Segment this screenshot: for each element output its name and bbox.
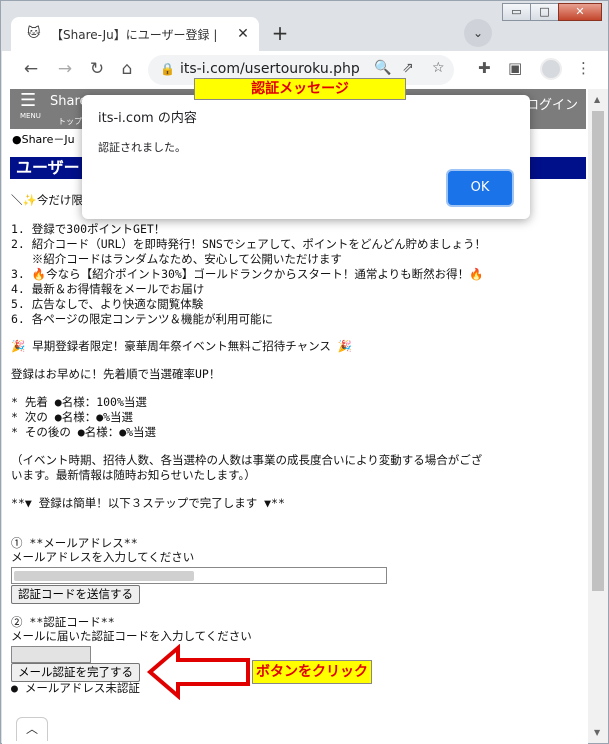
auth-code-field[interactable] <box>11 646 91 663</box>
complete-verification-button[interactable]: メール認証を完了する <box>11 663 140 682</box>
step2-desc: メールに届いた認証コードを入力してください <box>11 629 252 643</box>
side-panel-icon[interactable]: ▣ <box>508 59 522 77</box>
benefit-item: 4. 最新＆お得情報をメールでお届け <box>11 282 205 296</box>
step1-title: ① **メールアドレス** <box>11 536 138 550</box>
chevron-up-icon[interactable]: ︿ <box>16 717 48 741</box>
benefit-item: 2. 紹介コード（URL）を即時発行！SNSでシェアして、ポイントをどんどん貯め… <box>11 237 487 251</box>
ok-button[interactable]: OK <box>448 171 512 205</box>
maximize-button[interactable]: □ <box>530 3 559 21</box>
tier-item: * その後の ●名様：●%当選 <box>11 425 157 439</box>
home-icon[interactable]: ⌂ <box>114 56 140 82</box>
note-text: （イベント時期、招待人数、各当選枠の人数は事業の成長度合いにより変動する場合がご… <box>11 453 483 467</box>
email-field[interactable] <box>11 567 387 584</box>
browser-tab[interactable]: 🐱 【Share-Ju】にユーザー登録 | ✕ <box>11 17 259 51</box>
benefit-item: 3. 🔥今なら【紹介ポイント30%】ゴールドランクからスタート！通常よりも断然お… <box>11 267 484 281</box>
scroll-up-icon[interactable]: ▲ <box>594 95 600 104</box>
vertical-scrollbar[interactable]: ▲ ▼ <box>588 89 608 743</box>
promo-headline: ＼✨今だけ限 <box>11 193 83 207</box>
arrow-shape <box>146 644 250 700</box>
breadcrumb[interactable]: ●Share－Ju <box>12 131 75 147</box>
step2-title: ② **認証コード** <box>11 615 115 629</box>
benefit-item: 6. 各ページの限定コンテンツ＆機能が利用可能に <box>11 312 274 326</box>
tab-search-button[interactable]: ⌄ <box>464 19 492 47</box>
alert-dialog: its-i.com の内容 認証されました。 OK <box>82 95 530 219</box>
annotation-arrow <box>146 644 250 700</box>
tab-title: 【Share-Ju】にユーザー登録 | <box>51 27 218 42</box>
forward-icon[interactable]: → <box>52 56 78 82</box>
reload-icon[interactable]: ↻ <box>84 56 110 82</box>
campaign-text: 🎉 早期登録者限定！豪華周年祭イベント無料ご招待チャンス 🎉 <box>11 339 353 353</box>
benefit-item: 5. 広告なしで、より快適な閲覧体験 <box>11 297 204 311</box>
minimize-button[interactable]: ▭ <box>502 3 531 21</box>
new-tab-button[interactable]: + <box>268 22 292 46</box>
tier-item: * 次の ●名様：●%当選 <box>11 410 134 424</box>
scroll-thumb[interactable] <box>592 111 604 591</box>
email-status-text: ● メールアドレス未認証 <box>11 681 140 695</box>
login-link[interactable]: ログイン <box>526 94 578 113</box>
back-icon[interactable]: ← <box>18 56 44 82</box>
email-value-blurred <box>14 571 194 581</box>
benefit-item: 1. 登録で300ポイントGET！ <box>11 222 166 236</box>
tier-item: * 先着 ●名様：100%当選 <box>11 395 147 409</box>
kebab-menu-icon[interactable]: ⋮ <box>576 59 591 77</box>
benefit-item: ※紹介コードはランダムなため、安心して公開いただけます <box>11 252 342 266</box>
window-controls: ▭ □ ✕ <box>502 3 602 21</box>
annotation-click-button: ボタンをクリック <box>252 660 372 684</box>
send-code-button[interactable]: 認証コードを送信する <box>11 585 140 604</box>
step1-desc: メールアドレスを入力してください <box>11 550 195 564</box>
close-window-button[interactable]: ✕ <box>558 3 602 21</box>
favicon-icon: 🐱 <box>27 26 41 41</box>
dialog-message: 認証されました。 <box>98 141 186 154</box>
tab-close-icon[interactable]: ✕ <box>233 26 253 42</box>
bottom-bar: ︿ <box>2 717 588 744</box>
dialog-title: its-i.com の内容 <box>98 111 197 126</box>
note-text: います。最新情報は随時お知らせいたします。） <box>11 468 256 482</box>
hamburger-icon[interactable]: ☰ <box>20 92 36 110</box>
scroll-down-icon[interactable]: ▼ <box>594 728 600 737</box>
url-text[interactable]: its-i.com/usertouroku.php <box>180 61 360 77</box>
annotation-auth-message: 認証メッセージ <box>194 78 406 100</box>
steps-heading: **▼ 登録は簡単！以下３ステップで完了します ▼** <box>11 496 285 510</box>
share-icon[interactable]: ⇗ <box>402 60 414 76</box>
apply-text: 登録はお早めに！先着順で当選確率UP！ <box>11 367 221 381</box>
menu-label[interactable]: MENU <box>20 112 41 120</box>
top-link[interactable]: トップ <box>58 116 82 127</box>
lock-icon[interactable]: 🔒 <box>160 62 175 76</box>
extensions-icon[interactable]: ✚ <box>478 59 491 77</box>
profile-avatar[interactable] <box>540 58 562 80</box>
zoom-icon[interactable]: 🔍 <box>374 60 391 76</box>
bookmark-star-icon[interactable]: ☆ <box>432 60 445 76</box>
